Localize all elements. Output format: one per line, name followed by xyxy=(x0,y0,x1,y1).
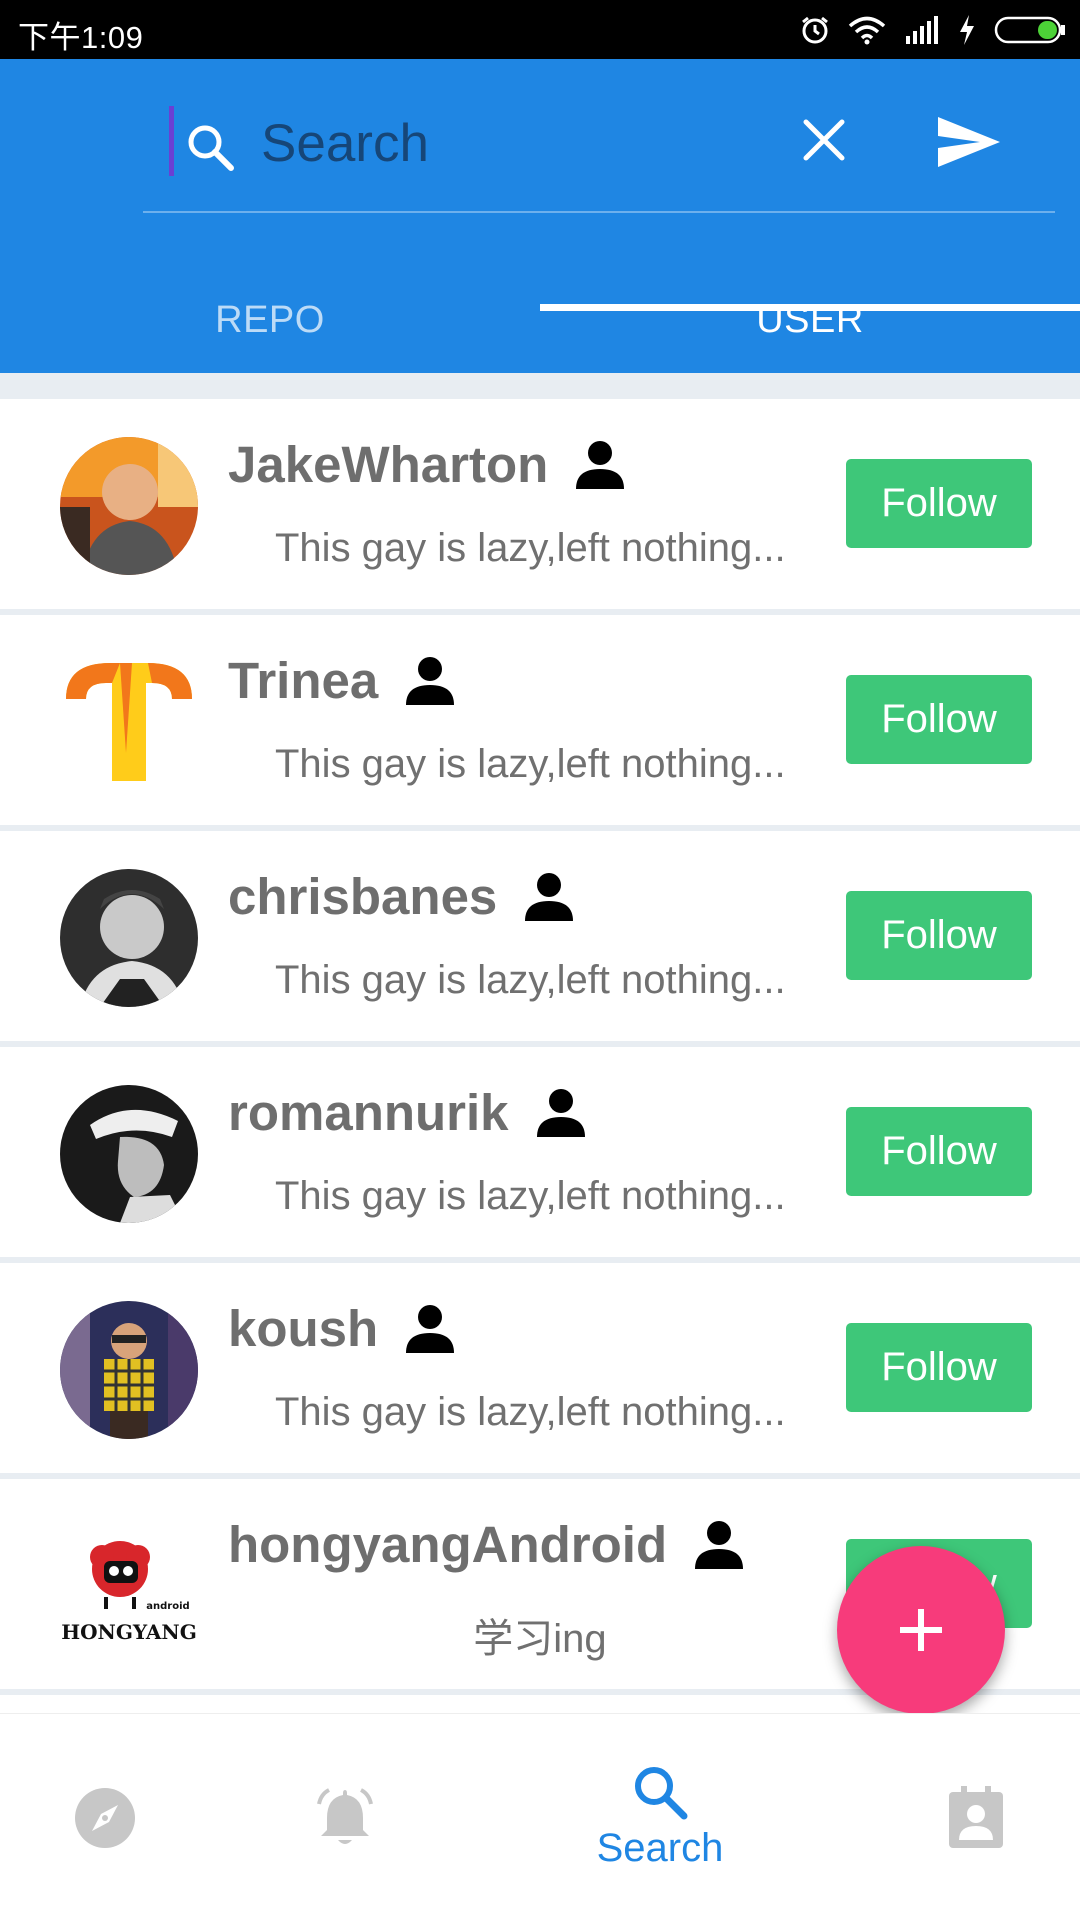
person-icon xyxy=(525,872,574,921)
person-icon xyxy=(406,1304,455,1353)
logo-text: HONGYANG xyxy=(61,1620,197,1644)
user-name: hongyangAndroid xyxy=(228,1516,668,1573)
bell-icon xyxy=(317,1787,373,1844)
person-icon xyxy=(576,440,625,489)
avatar[interactable] xyxy=(60,653,198,791)
user-bio: This gay is lazy,left nothing... xyxy=(275,958,786,1002)
list-item[interactable]: JakeWharton This gay is lazy,left nothin… xyxy=(0,399,1080,609)
charging-icon xyxy=(960,15,974,45)
signal-icon xyxy=(906,16,938,44)
wifi-icon xyxy=(848,16,886,45)
close-icon[interactable] xyxy=(801,117,847,163)
avatar[interactable]: android HONGYANG xyxy=(60,1517,198,1655)
user-bio: This gay is lazy,left nothing... xyxy=(275,742,786,786)
follow-button[interactable]: Follow xyxy=(846,675,1032,764)
text-cursor xyxy=(169,106,174,176)
follow-button[interactable]: Follow xyxy=(846,1107,1032,1196)
user-name: romannurik xyxy=(228,1084,509,1141)
search-icon xyxy=(635,1767,688,1820)
search-bar xyxy=(143,59,1055,213)
user-bio: This gay is lazy,left nothing... xyxy=(275,526,786,570)
nav-item-explore[interactable] xyxy=(62,1714,148,1920)
list-item[interactable]: Trinea This gay is lazy,left nothing... … xyxy=(0,615,1080,825)
avatar[interactable] xyxy=(60,1301,198,1439)
nav-item-search[interactable]: Search xyxy=(570,1714,750,1920)
person-icon xyxy=(406,656,455,705)
app-bar: REPO USER xyxy=(0,59,1080,373)
list-item[interactable]: koush This gay is lazy,left nothing... F… xyxy=(0,1263,1080,1473)
user-list[interactable]: JakeWharton This gay is lazy,left nothin… xyxy=(0,373,1080,1713)
search-input[interactable] xyxy=(261,111,781,175)
send-icon[interactable] xyxy=(936,115,1002,169)
contact-icon xyxy=(949,1785,1003,1848)
tab-user[interactable]: USER xyxy=(540,275,1080,373)
follow-button[interactable]: Follow xyxy=(846,891,1032,980)
search-icon xyxy=(188,125,234,171)
status-icons xyxy=(800,12,1066,48)
user-name: Trinea xyxy=(228,652,379,709)
logo-small-text: android xyxy=(146,1601,189,1612)
user-bio: This gay is lazy,left nothing... xyxy=(275,1390,786,1434)
status-time: 下午1:09 xyxy=(18,20,144,55)
battery-icon xyxy=(994,16,1065,44)
avatar[interactable] xyxy=(60,1085,198,1223)
nav-item-notifications[interactable] xyxy=(302,1714,388,1920)
nav-label-search: Search xyxy=(596,1826,724,1870)
user-bio: 学习ing xyxy=(473,1617,607,1661)
add-fab-button[interactable] xyxy=(837,1546,1005,1714)
person-icon xyxy=(695,1520,744,1569)
user-name: chrisbanes xyxy=(228,868,498,925)
plus-icon xyxy=(900,1609,942,1651)
tab-indicator xyxy=(540,304,1080,311)
avatar[interactable] xyxy=(60,437,198,575)
user-bio: This gay is lazy,left nothing... xyxy=(275,1174,786,1218)
compass-icon xyxy=(75,1787,135,1848)
avatar[interactable] xyxy=(60,869,198,1007)
alarm-icon xyxy=(802,16,828,44)
tab-bar: REPO USER xyxy=(0,275,1080,373)
bottom-navigation: Search xyxy=(0,1713,1080,1920)
person-icon xyxy=(536,1088,585,1137)
list-item[interactable]: romannurik This gay is lazy,left nothing… xyxy=(0,1047,1080,1257)
nav-item-profile[interactable] xyxy=(946,1714,1006,1920)
user-name: koush xyxy=(228,1300,379,1357)
follow-button[interactable]: Follow xyxy=(846,459,1032,548)
status-bar: 下午1:09 xyxy=(0,0,1080,59)
tab-repo[interactable]: REPO xyxy=(0,275,540,373)
user-name: JakeWharton xyxy=(228,436,549,493)
follow-button[interactable]: Follow xyxy=(846,1323,1032,1412)
list-item[interactable]: chrisbanes This gay is lazy,left nothing… xyxy=(0,831,1080,1041)
